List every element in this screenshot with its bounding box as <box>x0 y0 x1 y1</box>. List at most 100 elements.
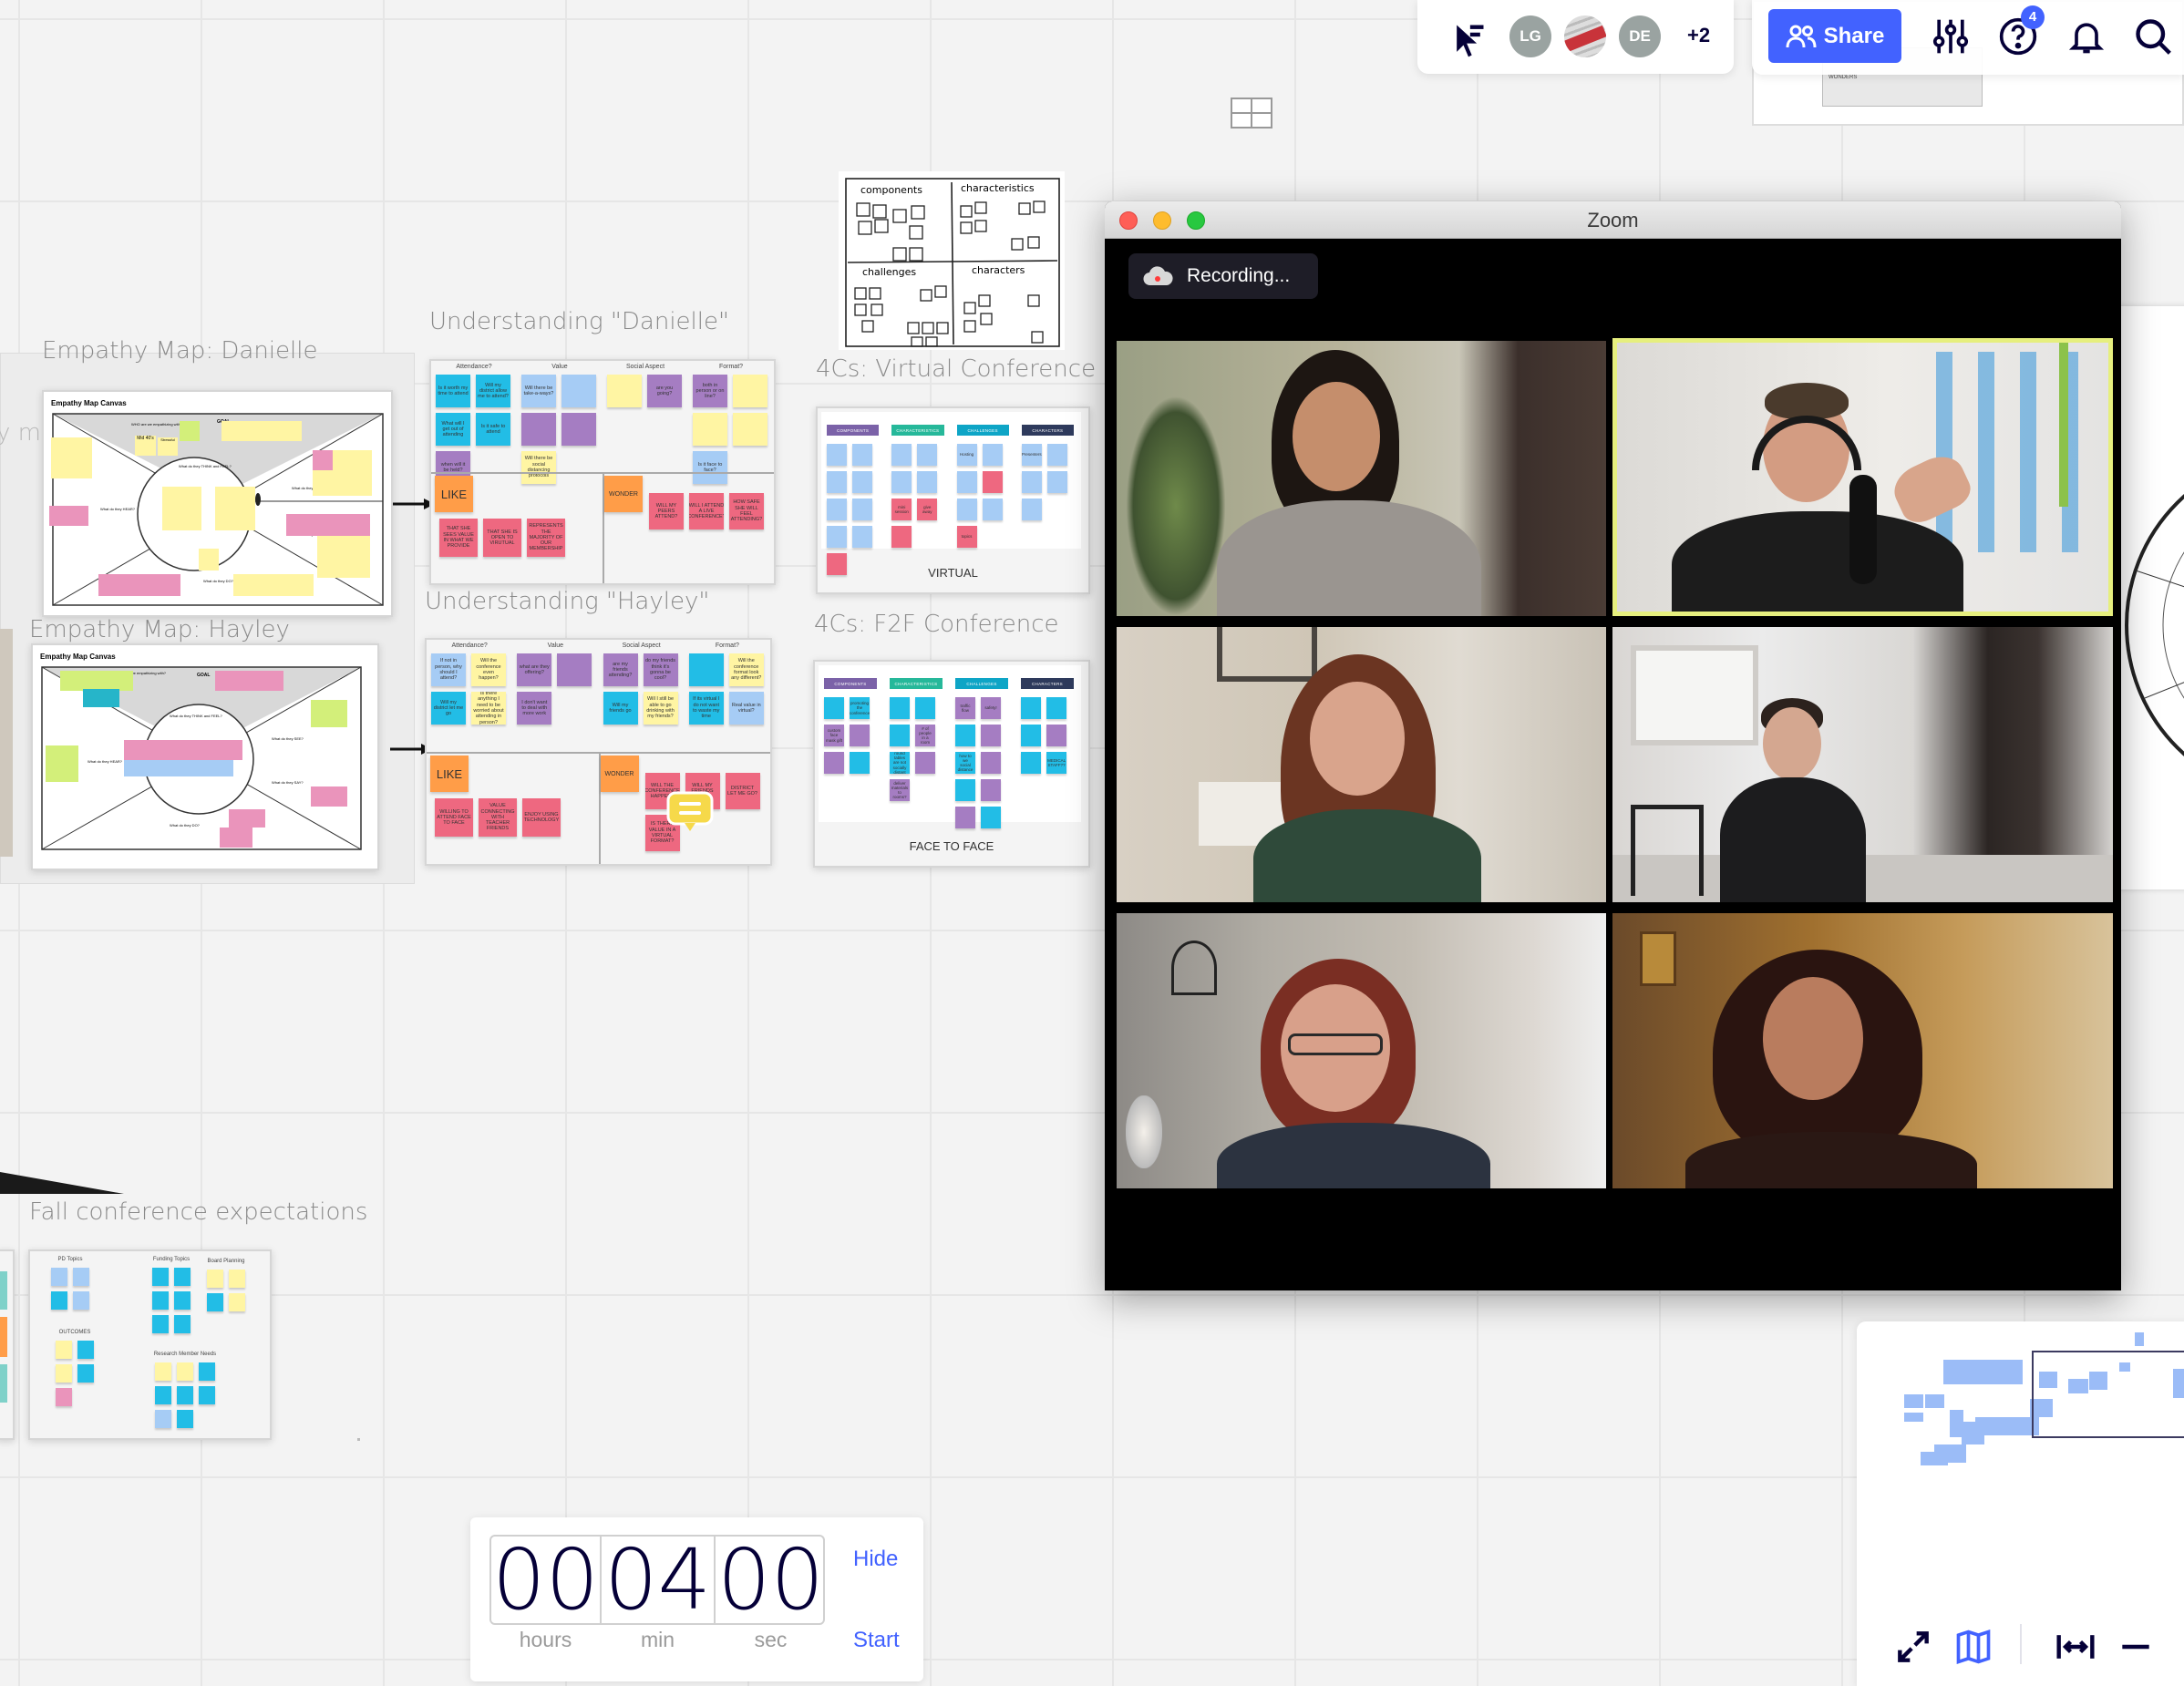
sticky-note[interactable] <box>174 1315 191 1333</box>
sticky-note[interactable] <box>152 1268 169 1286</box>
sticky-note[interactable]: are my friends attending? <box>603 653 638 686</box>
sticky-note[interactable]: THAT SHE IS OPEN TO VIRUTUAL <box>483 519 521 557</box>
empathy-map-hayley[interactable]: Empathy Map Canvas GOAL WHO are we empat… <box>31 643 379 870</box>
sticky-note[interactable] <box>891 526 912 548</box>
sticky-note[interactable] <box>56 1341 72 1359</box>
sticky-note[interactable] <box>891 471 912 493</box>
sticky-note[interactable]: are you going? <box>647 375 682 407</box>
sticky-note[interactable]: Will the conference format look any diff… <box>728 653 764 686</box>
sticky-note[interactable]: what are they offering? <box>517 653 552 686</box>
sticky-note[interactable] <box>73 1268 89 1286</box>
wonder-label[interactable]: WONDER <box>600 756 639 792</box>
sticky-note[interactable] <box>981 725 1001 746</box>
sticky-note[interactable] <box>956 471 977 493</box>
wonder-label[interactable]: WONDER <box>604 476 643 512</box>
sticky-note[interactable] <box>917 471 938 493</box>
sticky-note[interactable] <box>177 1362 193 1381</box>
sticky-note[interactable]: Will my district allow me to attend? <box>476 375 510 407</box>
avatar-lg[interactable]: LG <box>1509 15 1551 57</box>
sticky-note[interactable] <box>982 444 1003 466</box>
sticky-note[interactable] <box>693 413 727 446</box>
sticky-note[interactable]: # of people in a room <box>915 725 935 746</box>
sticky-note[interactable] <box>152 1315 169 1333</box>
sticky-note[interactable] <box>733 413 767 446</box>
sticky-note[interactable]: both in person or on line? <box>693 375 727 407</box>
timer-hours[interactable]: 00 <box>489 1535 602 1626</box>
sticky-note[interactable] <box>688 653 724 686</box>
sticky-note[interactable] <box>852 444 872 466</box>
sticky-note[interactable] <box>199 1386 215 1404</box>
sticky-note[interactable] <box>1021 471 1042 493</box>
settings-sliders-icon[interactable] <box>1931 16 1971 57</box>
zoom-window[interactable]: Zoom Recording... <box>1105 201 2121 1290</box>
sticky-note[interactable]: I don't want to deal with more work <box>517 692 552 725</box>
collaborator-cursor-icon[interactable] <box>1448 20 1489 60</box>
sticky-note[interactable] <box>824 752 844 774</box>
sticky-note[interactable] <box>561 413 596 446</box>
sticky-note[interactable] <box>77 1364 94 1383</box>
empathy-map-danielle[interactable]: Empathy Map Canvas GOAL WHO are we empat… <box>42 390 393 617</box>
sticky-note[interactable] <box>73 1291 89 1310</box>
start-timer-button[interactable]: Start <box>853 1628 900 1653</box>
sticky-note[interactable] <box>827 499 847 520</box>
black-wedge-shape[interactable] <box>0 1172 128 1196</box>
bell-icon[interactable] <box>2066 16 2107 57</box>
sticky-note[interactable] <box>955 725 975 746</box>
zoom-out-icon[interactable] <box>2116 1627 2156 1667</box>
sticky-note[interactable]: VALUE CONNECTING WITH TEACHER FRIENDS <box>479 798 517 837</box>
sticky-note[interactable] <box>51 1268 67 1286</box>
sticky-note[interactable]: Real value in virtual? <box>728 692 764 725</box>
sticky-note[interactable]: REPRESENTS THE MAJORITY OF OUR MEMBERSHI… <box>527 519 565 557</box>
sticky-note[interactable]: Is there anything I need to be worried a… <box>471 692 506 725</box>
sticky-note[interactable] <box>1021 725 1041 746</box>
sticky-note[interactable] <box>1046 471 1067 493</box>
sticky-note[interactable]: mini session <box>891 499 912 520</box>
timer-minutes[interactable]: 04 <box>602 1535 714 1626</box>
minimap[interactable] <box>1857 1321 2184 1595</box>
window-title-bar[interactable]: Zoom <box>1105 201 2121 239</box>
sticky-note[interactable] <box>891 444 912 466</box>
sticky-note[interactable] <box>607 375 642 407</box>
sticky-note[interactable]: Will I still be able to go drinking with… <box>643 692 678 725</box>
sticky-note[interactable]: deliver materials to rooms? <box>890 779 910 801</box>
video-tile-participant-6[interactable] <box>1612 913 2113 1188</box>
search-icon[interactable] <box>2133 16 2173 57</box>
avatar-de[interactable]: DE <box>1619 15 1661 57</box>
sticky-note[interactable] <box>824 697 844 719</box>
timeline-diagram[interactable] <box>2117 306 2184 889</box>
sticky-note[interactable] <box>174 1291 191 1310</box>
sticky-note[interactable]: DISTRICT LET ME GO? <box>725 773 760 809</box>
sticky-note[interactable]: What will I get out of attending <box>436 413 470 446</box>
sticky-note[interactable] <box>229 1293 245 1311</box>
sticky-note[interactable]: give away <box>917 499 938 520</box>
video-tile-participant-3[interactable] <box>1117 627 1606 902</box>
sticky-note[interactable] <box>852 471 872 493</box>
sticky-note[interactable]: safety! <box>981 697 1001 719</box>
sticky-note[interactable] <box>890 725 910 746</box>
sticky-note[interactable]: Will my friends go <box>603 692 638 725</box>
sticky-note[interactable] <box>155 1410 171 1428</box>
sticky-note[interactable]: topics <box>956 526 977 548</box>
sticky-note[interactable]: Will there be take-a-ways? <box>521 375 556 407</box>
sticky-note[interactable] <box>852 526 872 548</box>
sticky-note[interactable]: promoting the conference <box>850 697 870 719</box>
timer-seconds[interactable]: 00 <box>715 1535 827 1626</box>
hide-timer-button[interactable]: Hide <box>853 1547 898 1572</box>
sticky-note[interactable]: Is it safe to attend <box>476 413 510 446</box>
sticky-note[interactable]: traffic flow <box>955 697 975 719</box>
four-cs-f2f-board[interactable]: COMPONENTS promoting the conference custom… <box>813 660 1090 868</box>
sticky-note[interactable] <box>915 752 935 774</box>
sticky-note[interactable] <box>955 807 975 828</box>
sticky-note[interactable]: THAT SHE SEES VALUE IN WHAT WE PROVIDE <box>439 519 478 557</box>
sticky-note[interactable] <box>890 697 910 719</box>
sticky-note[interactable]: round tables are not socially distant <box>890 752 910 774</box>
sticky-note[interactable] <box>1021 752 1041 774</box>
sticky-note[interactable] <box>827 444 847 466</box>
sticky-note[interactable]: If its virtual I do not want to waste my… <box>688 692 724 725</box>
minimap-viewport[interactable] <box>2032 1351 2184 1438</box>
comment-icon[interactable] <box>666 791 714 833</box>
sticky-note[interactable] <box>733 375 767 407</box>
sticky-note[interactable]: do my friends think it's gonna be cool? <box>643 653 678 686</box>
sticky-note[interactable] <box>915 697 935 719</box>
sticky-note[interactable]: Will my district let me go <box>431 692 466 725</box>
